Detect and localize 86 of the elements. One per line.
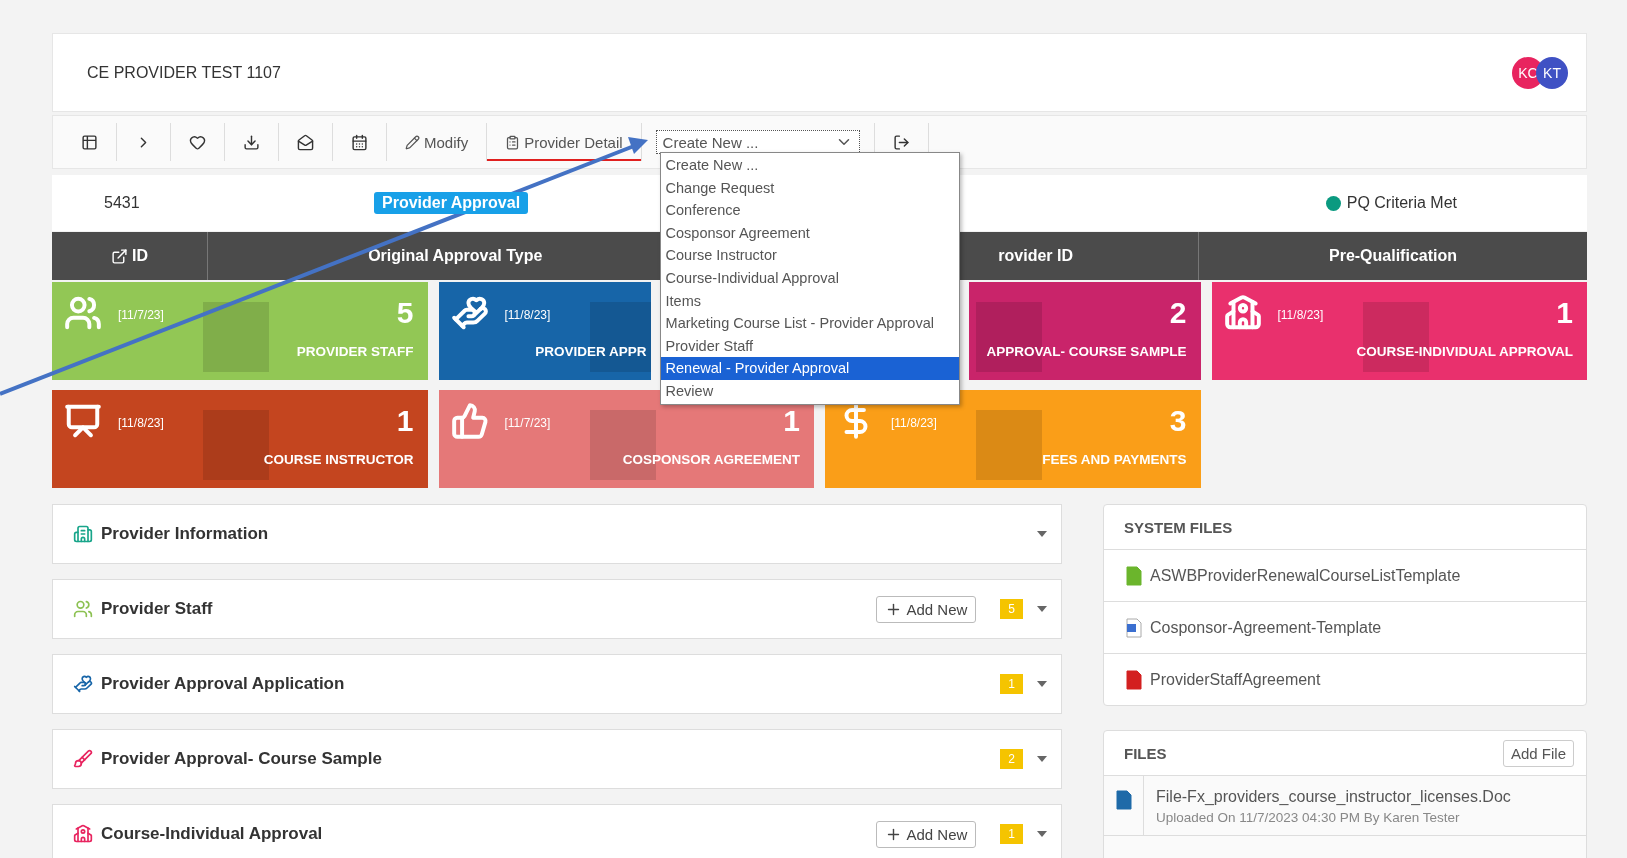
count-badge: 1	[1000, 824, 1023, 844]
type-badge: Provider Approval	[374, 192, 529, 214]
section-title[interactable]: Provider Information	[101, 524, 269, 544]
tile-date: [11/8/23]	[1277, 308, 1324, 322]
people-icon	[73, 599, 93, 619]
building-icon	[73, 524, 93, 544]
file-link[interactable]: File-Fx_providers_course_instructor_licenses.Doc	[1156, 788, 1574, 806]
user-avatar[interactable]: KT	[1536, 56, 1568, 89]
section-title[interactable]: Provider Approval- Course Sample	[101, 749, 382, 769]
section-title[interactable]: Provider Staff	[101, 599, 213, 619]
document-file-icon	[1126, 617, 1142, 638]
thumbs-up-icon	[450, 402, 489, 440]
tile-shade	[203, 302, 269, 372]
file-link[interactable]: ProviderStaffAgreement	[1150, 670, 1321, 689]
caret-down-icon[interactable]	[1037, 531, 1047, 537]
tile-label: APPROVAL- COURSE SAMPLE	[986, 344, 1187, 359]
pdf-file-icon	[1126, 669, 1142, 690]
summary-tile[interactable]: [11/8/23] 1 COURSE INSTRUCTOR	[52, 390, 428, 488]
dropdown-option[interactable]: Cosponsor Agreement	[660, 221, 959, 245]
clipboard-icon	[505, 134, 521, 150]
school-icon	[73, 824, 93, 844]
tile-count: 1	[396, 404, 414, 438]
tile-date: [11/8/23]	[504, 308, 551, 322]
tile-date: [11/8/23]	[118, 416, 164, 430]
tile-date: [11/7/23]	[118, 308, 164, 322]
tile-count: 2	[1169, 296, 1187, 330]
dropdown-option[interactable]: Review	[660, 379, 959, 403]
external-link-icon	[111, 247, 128, 265]
tile-shade	[976, 410, 1042, 480]
dropdown-option[interactable]: Course-Individual Approval	[660, 266, 959, 290]
tile-date: [11/8/23]	[891, 416, 937, 430]
status: PQ Criteria Met	[1325, 194, 1457, 212]
file-meta: Uploaded On 11/7/2023 04:30 PM By Karen Tester	[1156, 810, 1461, 825]
dropdown-option[interactable]: Course Instructor	[660, 244, 959, 267]
column-header: ID	[52, 232, 207, 280]
record-id: 5431	[103, 194, 141, 212]
dropdown-option[interactable]: Renewal - Provider Approval	[660, 357, 959, 380]
dropdown-option[interactable]: Conference	[660, 199, 959, 222]
tile-label: COURSE INSTRUCTOR	[263, 452, 414, 467]
file-link[interactable]: Cosponsor-Agreement-Template	[1150, 618, 1382, 637]
page-title: CE PROVIDER TEST 1107	[87, 63, 281, 82]
dropdown-option[interactable]: Create New ...	[660, 154, 959, 177]
card-title: FILES	[1124, 744, 1167, 762]
tile-date: [11/7/23]	[504, 416, 551, 430]
tile-count: 1	[783, 404, 800, 438]
tile-label: COSPONSOR AGREEMENT	[622, 452, 800, 467]
hands-icon	[73, 674, 93, 694]
dropdown-option[interactable]: Provider Staff	[660, 334, 959, 358]
tile-count: 3	[1169, 404, 1187, 438]
spreadsheet-file-icon	[1126, 565, 1142, 586]
toolbar-tab[interactable]: Modify	[387, 123, 488, 161]
file-link[interactable]: ASWBProviderRenewalCourseListTemplate	[1150, 566, 1461, 585]
create-new-select[interactable]: Create New ...	[655, 130, 860, 154]
add-new-button[interactable]: Add New	[876, 595, 977, 623]
tile-count: 1	[1556, 296, 1573, 330]
add-new-button[interactable]: Add New	[876, 820, 977, 848]
caret-down-icon[interactable]	[1037, 831, 1047, 837]
section-title[interactable]: Provider Approval Application	[101, 674, 345, 694]
tile-label: COURSE-INDIVIDUAL APPROVAL	[1356, 344, 1573, 359]
card-title: SYSTEM FILES	[1124, 518, 1233, 536]
people-icon	[64, 294, 102, 332]
column-header: Pre-Qualification	[1198, 232, 1587, 280]
count-badge: 5	[1000, 599, 1023, 619]
tile-label: PROVIDER APPR	[535, 344, 647, 359]
add-file-button[interactable]: Add File	[1502, 739, 1574, 767]
caret-down-icon[interactable]	[1037, 681, 1047, 687]
summary-tile[interactable]: 2 APPROVAL- COURSE SAMPLE	[968, 282, 1201, 380]
document-file-icon	[1115, 790, 1132, 810]
count-badge: 1	[1000, 674, 1023, 694]
summary-tile[interactable]: [11/8/23] 1 COURSE-INDIVIDUAL APPROVAL	[1211, 282, 1587, 380]
section-title[interactable]: Course-Individual Approval	[101, 824, 323, 844]
dropdown-option[interactable]: Change Request	[660, 176, 959, 200]
dropdown-option[interactable]: Items	[660, 289, 959, 313]
presenter-icon	[64, 402, 102, 440]
hands-icon	[450, 294, 489, 332]
summary-tile[interactable]: [11/8/23] PROVIDER APPR	[438, 282, 651, 380]
tile-label: FEES AND PAYMENTS	[1042, 452, 1187, 467]
pencil-icon	[405, 134, 420, 150]
dropdown-option[interactable]: Marketing Course List - Provider Approval	[660, 312, 959, 335]
brush-icon	[73, 749, 93, 769]
tile-label: PROVIDER STAFF	[296, 344, 414, 359]
caret-down-icon[interactable]	[1037, 606, 1047, 612]
count-badge: 2	[1000, 749, 1023, 769]
caret-down-icon[interactable]	[1037, 756, 1047, 762]
school-icon	[1223, 294, 1262, 332]
tile-count: 5	[396, 296, 414, 330]
